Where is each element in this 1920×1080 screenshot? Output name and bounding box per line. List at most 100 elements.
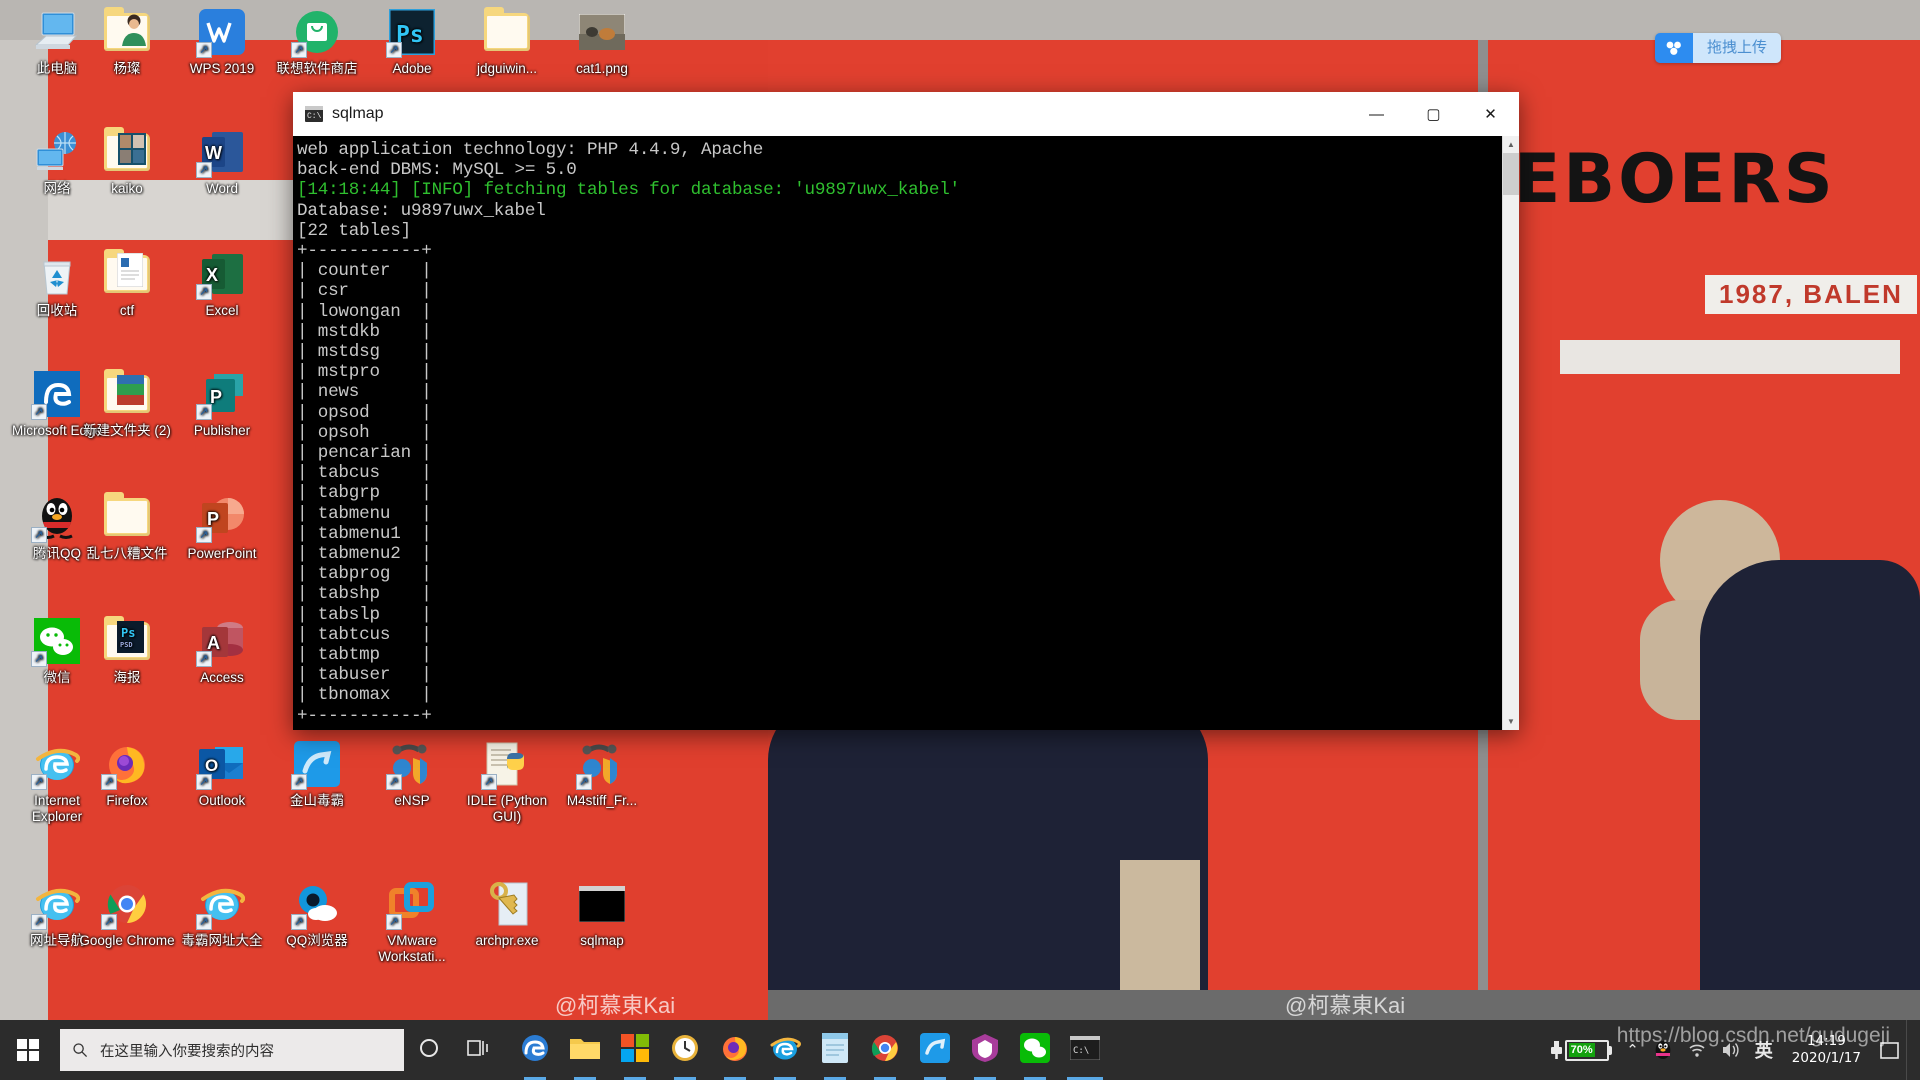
- console-line: | tabuser |: [297, 665, 432, 686]
- taskbar-button-google-chrome[interactable]: [860, 1020, 910, 1080]
- shortcut-arrow-icon: ↗: [31, 527, 47, 543]
- brave-or-other-icon: [971, 1033, 999, 1068]
- cortana-button[interactable]: [404, 1020, 454, 1080]
- wifi-icon[interactable]: [1680, 1020, 1714, 1080]
- clock[interactable]: 14:19 2020/1/17: [1780, 1020, 1873, 1080]
- taskbar-button-internet-explorer[interactable]: [760, 1020, 810, 1080]
- system-tray: 70% ⌃ 英 14:19 2020/1/17: [1543, 1020, 1920, 1080]
- chevron-up-icon[interactable]: ⌃: [1619, 1020, 1646, 1080]
- search-input[interactable]: 在这里输入你要搜索的内容: [60, 1029, 404, 1071]
- sqlmap-console-icon: C:\: [1069, 1035, 1101, 1065]
- console-line: | tabslp |: [297, 604, 432, 625]
- taskbar-button-edge[interactable]: [510, 1020, 560, 1080]
- desktop-icon-folder-doc[interactable]: ctf: [78, 249, 176, 319]
- clock-time: 14:19: [1806, 1033, 1846, 1049]
- desktop-icon-powerpoint[interactable]: P ↗ PowerPoint: [173, 493, 271, 562]
- desktop-icon-kingsoft[interactable]: ↗ 金山毒霸: [268, 740, 366, 809]
- sqlmap-console-window[interactable]: C:\ sqlmap — ▢ ✕ web application technol…: [293, 92, 1519, 730]
- taskbar-button-microsoft-store[interactable]: [610, 1020, 660, 1080]
- console-line: | tabmenu |: [297, 503, 432, 524]
- taskbar-button-wechat[interactable]: [1010, 1020, 1060, 1080]
- ensp2-icon: ↗: [576, 740, 626, 790]
- console-output[interactable]: web application technology: PHP 4.4.9, A…: [293, 136, 1502, 730]
- shortcut-arrow-icon: ↗: [196, 42, 212, 58]
- console-line: | mstdsg |: [297, 342, 432, 363]
- battery-indicator[interactable]: 70%: [1543, 1020, 1619, 1080]
- console-line: | mstdkb |: [297, 321, 432, 342]
- taskbar-button-sqlmap-console[interactable]: C:\: [1060, 1020, 1110, 1080]
- shortcut-arrow-icon: ↗: [101, 774, 117, 790]
- desktop-icon-qqbrowser[interactable]: ↗ QQ浏览器: [268, 880, 366, 949]
- desktop-icon-folder-psd[interactable]: Ps PSD 海报: [78, 616, 176, 686]
- taskbar-button-file-explorer[interactable]: [560, 1020, 610, 1080]
- folder-doc-icon: [103, 249, 151, 298]
- maximize-button[interactable]: ▢: [1405, 92, 1462, 136]
- desktop-icon-access[interactable]: A ↗ Access: [173, 617, 271, 686]
- desktop-icon-wps[interactable]: ↗ WPS 2019: [173, 8, 271, 77]
- desktop-icon-outlook[interactable]: O ↗ Outlook: [173, 740, 271, 809]
- desktop-icon-ensp[interactable]: ↗ eNSP: [363, 740, 461, 809]
- microsoft-store-icon: [621, 1033, 649, 1067]
- console-line: +-----------+: [297, 705, 432, 726]
- shortcut-arrow-icon: ↗: [291, 774, 307, 790]
- desktop-icon-folder[interactable]: jdguiwin...: [458, 7, 556, 77]
- desktop-icon-publisher[interactable]: P ↗ Publisher: [173, 370, 271, 439]
- scrollbar-thumb[interactable]: [1503, 153, 1519, 195]
- window-titlebar[interactable]: C:\ sqlmap — ▢ ✕: [293, 92, 1519, 136]
- console-line: | mstpro |: [297, 362, 432, 383]
- desktop-icon-label: 海报: [113, 670, 141, 685]
- desktop-icon-folder-rar[interactable]: 新建文件夹 (2): [78, 369, 176, 439]
- taskbar-button-firefox[interactable]: [710, 1020, 760, 1080]
- svg-text:C:\: C:\: [1073, 1046, 1089, 1056]
- desktop-icon-ps[interactable]: Ps ↗ Adobe: [363, 8, 461, 77]
- desktop-icon-folder-user[interactable]: 杨璨: [78, 7, 176, 77]
- desktop-icon-excel[interactable]: X ↗ Excel: [173, 250, 271, 319]
- battery-body: 70%: [1565, 1039, 1610, 1061]
- desktop-icon-label: VMware Workstati...: [378, 933, 446, 964]
- desktop-icon-folder-pic[interactable]: kaiko: [78, 127, 176, 197]
- desktop-icon-firefox[interactable]: ↗ Firefox: [78, 740, 176, 809]
- shortcut-arrow-icon: ↗: [386, 774, 402, 790]
- task-view-button[interactable]: [454, 1020, 504, 1080]
- desktop-icon-ensp2[interactable]: ↗ M4stiff_Fr...: [553, 740, 651, 809]
- minimize-button[interactable]: —: [1348, 92, 1405, 136]
- access-icon: A ↗: [196, 617, 246, 667]
- console-scrollbar[interactable]: ▲ ▼: [1502, 136, 1519, 730]
- taskbar-button-brave-or-other[interactable]: [960, 1020, 1010, 1080]
- desktop-icon-word[interactable]: W ↗ Word: [173, 128, 271, 197]
- scroll-down-arrow[interactable]: ▼: [1503, 713, 1519, 730]
- console-line: | tabtcus |: [297, 624, 432, 645]
- speaker-icon[interactable]: [1714, 1020, 1748, 1080]
- desktop-icon-store[interactable]: ↗ 联想软件商店: [268, 8, 366, 77]
- scroll-up-arrow[interactable]: ▲: [1503, 136, 1519, 153]
- console-line: | opsod |: [297, 402, 432, 423]
- qq-icon: ↗: [31, 493, 81, 543]
- desktop-icon-vmware[interactable]: ↗ VMware Workstati...: [363, 880, 461, 964]
- svg-text:X: X: [206, 265, 218, 285]
- console-icon: C:\: [305, 106, 323, 122]
- show-desktop-button[interactable]: [1906, 1020, 1914, 1080]
- taskbar-button-clock-app[interactable]: [660, 1020, 710, 1080]
- desktop-icon-label: jdguiwin...: [476, 61, 538, 76]
- desktop-icon-ie[interactable]: ↗ 毒霸网址大全: [173, 880, 271, 949]
- desktop-icon-label: cat1.png: [576, 61, 628, 76]
- desktop-icon-folder[interactable]: 乱七八糟文件: [78, 492, 176, 562]
- close-button[interactable]: ✕: [1462, 92, 1519, 136]
- shortcut-arrow-icon: ↗: [196, 774, 212, 790]
- scrollbar-track[interactable]: [1503, 153, 1519, 713]
- taskbar-button-kingsoft-antivirus[interactable]: [910, 1020, 960, 1080]
- taskbar-button-notepad[interactable]: [810, 1020, 860, 1080]
- ime-indicator[interactable]: 英: [1748, 1020, 1780, 1080]
- drag-upload-button[interactable]: 拖拽上传: [1655, 33, 1782, 63]
- desktop-icon-archpr[interactable]: archpr.exe: [458, 880, 556, 949]
- desktop-icon-python[interactable]: ↗ IDLE (Python GUI): [458, 740, 556, 824]
- desktop-icon-image[interactable]: cat1.png: [553, 8, 651, 77]
- qq-penguin-icon[interactable]: [1646, 1020, 1680, 1080]
- desktop-icon-sqlmap[interactable]: sqlmap: [553, 880, 651, 949]
- folder-psd-icon: Ps PSD: [103, 616, 151, 665]
- desktop-icon-label: archpr.exe: [475, 933, 539, 948]
- start-button[interactable]: [0, 1020, 56, 1080]
- desktop-icon-chrome[interactable]: ↗ Google Chrome: [78, 880, 176, 949]
- desktop-icon-label: WPS 2019: [189, 61, 255, 76]
- action-center-icon[interactable]: [1873, 1020, 1906, 1080]
